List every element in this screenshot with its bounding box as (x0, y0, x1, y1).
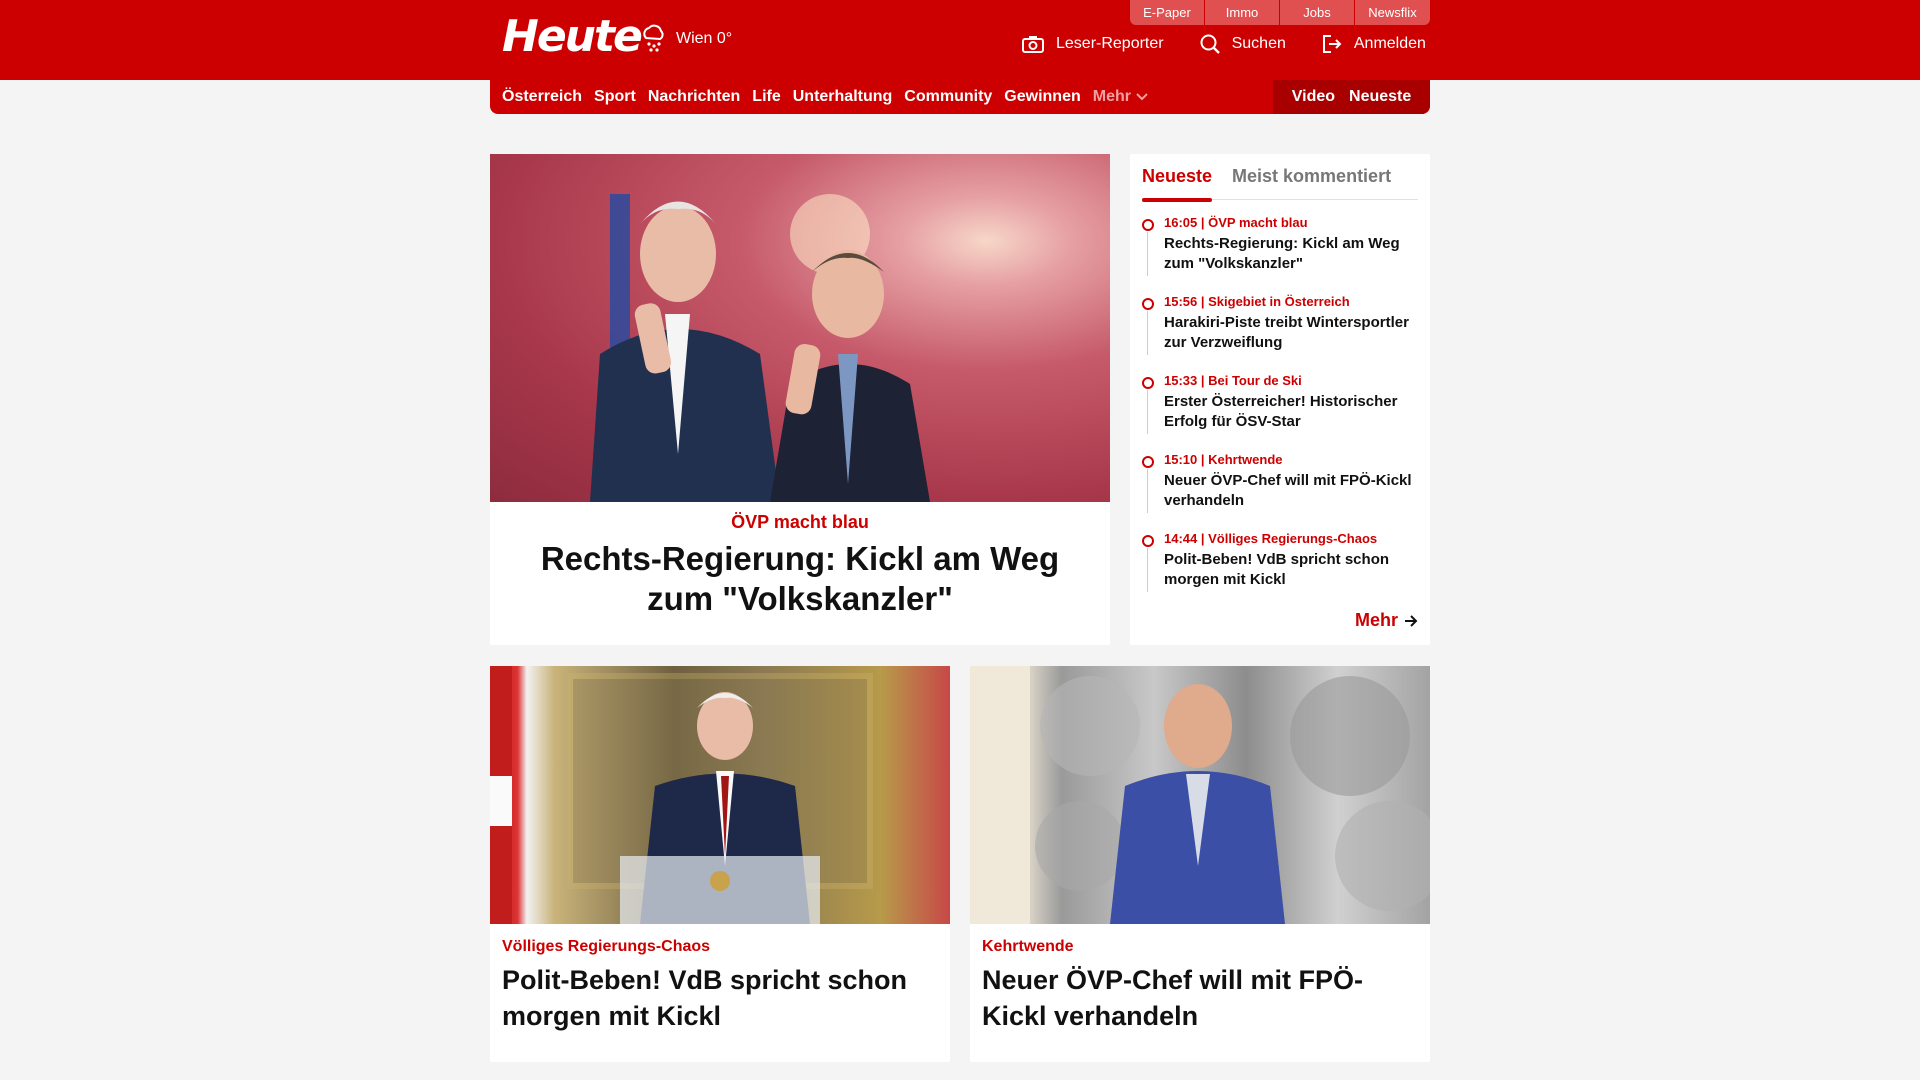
list-item[interactable]: 15:33 | Bei Tour de Ski Erster Österreic… (1142, 372, 1422, 451)
top-link-immo[interactable]: Immo (1205, 0, 1280, 25)
list-item[interactable]: 16:05 | ÖVP macht blau Rechts-Regierung:… (1142, 214, 1422, 293)
site-header: Heute Wien 0° E-Paper Immo Jobs Newsflix… (0, 0, 1920, 80)
card-kicker[interactable]: Kehrtwende (982, 938, 1418, 956)
nav-more-label: Mehr (1092, 88, 1131, 105)
news-meta: 15:33 | Bei Tour de Ski (1164, 373, 1302, 388)
top-link-epaper[interactable]: E-Paper (1130, 0, 1205, 25)
tab-neueste[interactable]: Neueste (1142, 164, 1213, 202)
nav-item-unterhaltung[interactable]: Unterhaltung (793, 88, 893, 106)
camera-icon (1022, 36, 1044, 53)
search-button[interactable]: Suchen (1200, 34, 1286, 54)
weather-widget[interactable]: Wien 0° (640, 24, 732, 54)
sidebar-tabs: Neueste Meist kommentiert (1142, 164, 1418, 202)
arrow-right-icon (1405, 614, 1418, 627)
nav-more-dropdown[interactable]: Mehr (1093, 88, 1148, 106)
login-icon (1322, 35, 1342, 53)
card-photo-illustration (490, 666, 873, 924)
leser-reporter-button[interactable]: Leser-Reporter (1022, 35, 1164, 53)
news-title[interactable]: Harakiri-Piste treibt Wintersportler zur… (1164, 313, 1422, 353)
nav-item-life[interactable]: Life (752, 88, 780, 106)
search-label: Suchen (1231, 35, 1286, 52)
news-title[interactable]: Rechts-Regierung: Kickl am Weg zum "Volk… (1164, 234, 1422, 274)
nav-item-community[interactable]: Community (904, 88, 992, 106)
article-card[interactable]: Kehrtwende Neuer ÖVP-Chef will mit FPÖ-K… (970, 666, 1430, 1062)
news-meta: 15:56 | Skigebiet in Österreich (1164, 294, 1350, 309)
leser-reporter-label: Leser-Reporter (1056, 35, 1164, 52)
sidebar-more-link[interactable]: Mehr (1355, 610, 1418, 631)
search-icon (1200, 34, 1220, 54)
news-title[interactable]: Polit-Beben! VdB spricht schon morgen mi… (1164, 550, 1422, 590)
login-button[interactable]: Anmelden (1322, 34, 1426, 54)
hero-article[interactable]: ÖVP macht blau Rechts-Regierung: Kickl a… (490, 154, 1110, 645)
card-title[interactable]: Neuer ÖVP-Chef will mit FPÖ-Kickl verhan… (982, 962, 1418, 1034)
hero-title[interactable]: Rechts-Regierung: Kickl am Weg zum "Volk… (510, 539, 1090, 619)
tab-meist-kommentiert[interactable]: Meist kommentiert (1232, 164, 1391, 200)
latest-news-sidebar: Neueste Meist kommentiert 16:05 | ÖVP ma… (1130, 154, 1430, 645)
hero-photo-illustration (590, 194, 930, 502)
chevron-down-icon (1136, 93, 1148, 101)
list-item[interactable]: 15:56 | Skigebiet in Österreich Harakiri… (1142, 293, 1422, 372)
heute-logo[interactable]: Heute (502, 12, 643, 62)
nav-item-oesterreich[interactable]: Österreich (502, 88, 582, 106)
card-photo-illustration (970, 666, 1430, 924)
card-title[interactable]: Polit-Beben! VdB spricht schon morgen mi… (502, 962, 938, 1034)
list-item[interactable]: 15:10 | Kehrtwende Neuer ÖVP-Chef will m… (1142, 451, 1422, 530)
article-image[interactable] (970, 666, 1430, 924)
article-card[interactable]: Völliges Regierungs-Chaos Polit-Beben! V… (490, 666, 950, 1062)
nav-video[interactable]: Video (1292, 88, 1335, 106)
news-meta: 14:44 | Völliges Regierungs-Chaos (1164, 531, 1378, 546)
weather-snow-icon (643, 24, 664, 52)
news-title[interactable]: Erster Österreicher! Historischer Erfolg… (1164, 392, 1422, 432)
header-actions: Leser-Reporter Suchen Anmelden (1022, 34, 1462, 54)
nav-right: Video Neueste (1273, 80, 1430, 114)
nav-neueste[interactable]: Neueste (1349, 88, 1411, 106)
sidebar-more-label: Mehr (1354, 610, 1398, 630)
hero-kicker[interactable]: ÖVP macht blau (490, 512, 1110, 533)
main-nav: Österreich Sport Nachrichten Life Unterh… (490, 80, 1430, 114)
news-meta: 15:10 | Kehrtwende (1164, 452, 1283, 467)
hero-image[interactable] (490, 154, 1110, 502)
top-links: E-Paper Immo Jobs Newsflix (1130, 0, 1430, 25)
list-item[interactable]: 14:44 | Völliges Regierungs-Chaos Polit-… (1142, 530, 1422, 609)
login-label: Anmelden (1353, 35, 1426, 52)
nav-item-sport[interactable]: Sport (594, 88, 636, 106)
weather-text: Wien 0° (676, 30, 733, 47)
nav-item-gewinnen[interactable]: Gewinnen (1004, 88, 1080, 106)
news-list: 16:05 | ÖVP macht blau Rechts-Regierung:… (1142, 214, 1422, 609)
news-title[interactable]: Neuer ÖVP-Chef will mit FPÖ-Kickl verhan… (1164, 471, 1422, 511)
top-link-jobs[interactable]: Jobs (1280, 0, 1355, 25)
card-kicker[interactable]: Völliges Regierungs-Chaos (502, 938, 938, 956)
nav-item-nachrichten[interactable]: Nachrichten (648, 88, 740, 106)
article-image[interactable] (490, 666, 950, 924)
top-link-newsflix[interactable]: Newsflix (1355, 0, 1430, 25)
news-meta: 16:05 | ÖVP macht blau (1164, 215, 1308, 230)
